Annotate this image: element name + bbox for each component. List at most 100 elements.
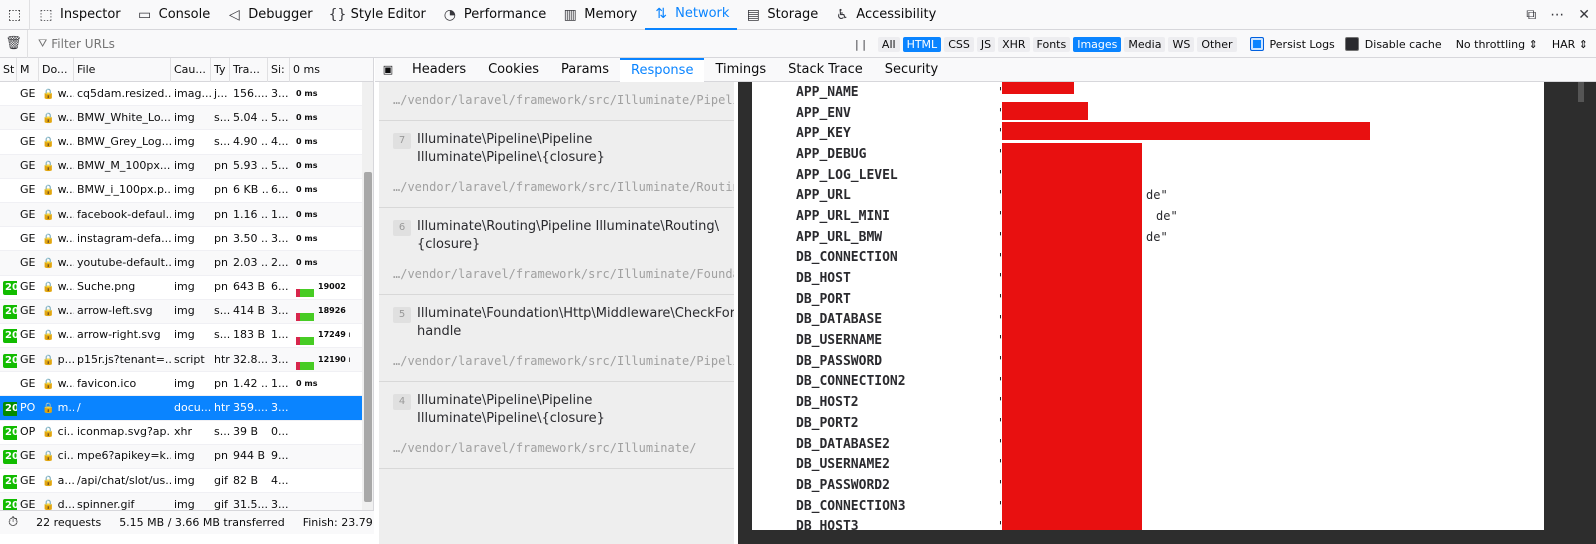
request-row[interactable]: 20GE🔒 w...Suche.pngimgpn643 B6...19002 — [0, 276, 362, 300]
dock-icon[interactable]: ⧉ — [1526, 7, 1536, 23]
request-row[interactable]: GE🔒 w...cq5dam.resized....imag...j...156… — [0, 82, 362, 107]
request-row[interactable]: GE🔒 w...instagram-defa...imgpn3.50 ...3.… — [0, 227, 362, 252]
waterfall-cell — [290, 493, 350, 510]
env-value: "de" — [998, 205, 1544, 229]
domain-text: w... — [57, 134, 74, 148]
throttling-select[interactable]: No throttling ⇕ — [1456, 38, 1538, 51]
column-header-method[interactable]: M — [17, 58, 39, 82]
request-row[interactable]: 20OP🔒 ci...iconmap.svg?ap...xhrs...39 B0… — [0, 421, 362, 445]
more-options-icon[interactable]: ⋯ — [1550, 7, 1564, 23]
request-row[interactable]: 20GE🔒 d...spinner.gifimggif31.5...3... — [0, 493, 362, 510]
filter-css-button[interactable]: CSS — [944, 36, 974, 52]
tab-style-editor[interactable]: {} Style Editor — [321, 0, 434, 30]
frame-file: …/vendor/laravel/framework/src/Illuminat… — [393, 180, 734, 194]
tab-memory[interactable]: ▥ Memory — [554, 0, 645, 30]
lock-icon: 🔒 — [42, 88, 58, 100]
env-value: " — [998, 432, 1544, 456]
tab-inspector[interactable]: ⬚ Inspector — [30, 0, 129, 30]
tab-response[interactable]: Response — [620, 57, 705, 82]
tab-performance[interactable]: ◔ Performance — [434, 0, 554, 30]
scrollbar-thumb[interactable] — [364, 172, 372, 502]
tab-debugger[interactable]: ◁ Debugger — [218, 0, 320, 30]
filter-urls-input[interactable] — [51, 36, 352, 51]
waterfall-cell: 0 ms — [290, 227, 350, 251]
request-row[interactable]: 20GE🔒 p...p15r.js?tenant=...scripthtr32.… — [0, 348, 362, 373]
env-key: DB_CONNECTION2 — [796, 374, 906, 390]
request-row[interactable]: 20GE🔒 a.../api/chat/slot/us...imggif82 B… — [0, 469, 362, 494]
stack-frame[interactable]: 6 Illuminate\Routing\Pipeline Illuminate\… — [379, 208, 734, 295]
har-menu[interactable]: HAR ⇕ — [1552, 38, 1588, 51]
tab-headers[interactable]: Headers — [401, 58, 477, 82]
lock-icon: 🔒 — [42, 403, 58, 415]
tab-storage[interactable]: ▤ Storage — [737, 0, 826, 30]
column-header-cause[interactable]: Cau... — [171, 58, 211, 82]
pause-recording-button[interactable]: | | — [855, 38, 866, 51]
stack-frame[interactable]: 4 Illuminate\Pipeline\Pipeline Illuminate… — [379, 382, 734, 469]
filter-fonts-button[interactable]: Fonts — [1032, 36, 1071, 52]
devtools-toolbar: ⬚ ⬚ Inspector ▭ Console ◁ Debugger {} Style Edi… — [0, 0, 1596, 30]
preview-scrollbar[interactable] — [1572, 82, 1584, 530]
filter-xhr-button[interactable]: XHR — [998, 36, 1030, 52]
size-cell: 3... — [271, 86, 289, 100]
tab-network[interactable]: ⇅ Network — [645, 0, 738, 30]
tab-console[interactable]: ▭ Console — [129, 0, 219, 30]
checkbox-box[interactable] — [1249, 37, 1264, 51]
column-header-type[interactable]: Ty — [211, 58, 230, 82]
persist-logs-checkbox[interactable]: Persist Logs — [1249, 37, 1335, 51]
column-header-waterfall[interactable]: 0 ms — [290, 58, 350, 82]
redaction-block — [1002, 494, 1142, 518]
tab-security[interactable]: Security — [874, 58, 949, 82]
disable-cache-checkbox[interactable]: Disable cache — [1344, 37, 1442, 51]
filter-all-button[interactable]: All — [877, 36, 900, 52]
column-header-file[interactable]: File — [74, 58, 171, 82]
request-row[interactable]: GE🔒 w...youtube-default...imgpn2.03 ...2… — [0, 251, 362, 276]
filter-images-button[interactable]: Images — [1073, 36, 1122, 52]
request-row[interactable]: 20GE🔒 ci...mpe6?apikey=k...imgpn944 B9..… — [0, 444, 362, 469]
domain-text: w... — [57, 255, 74, 269]
filter-other-button[interactable]: Other — [1197, 36, 1237, 52]
filter-media-button[interactable]: Media — [1124, 36, 1166, 52]
clear-requests-icon[interactable]: 🗑 — [0, 29, 28, 58]
request-row[interactable]: 20GE🔒 w...arrow-right.svgimgs...183 B1..… — [0, 324, 362, 349]
env-value: " — [998, 391, 1544, 415]
tab-params[interactable]: Params — [550, 58, 620, 82]
filter-html-button[interactable]: HTML — [902, 36, 942, 52]
checkbox-box[interactable] — [1344, 37, 1359, 51]
toggle-sidebar-icon[interactable]: ▣ — [375, 63, 401, 76]
column-header-status[interactable]: St — [0, 58, 17, 82]
filter-js-button[interactable]: JS — [976, 36, 996, 52]
request-row[interactable]: 20PO🔒 m.../docu...htr359....3... — [0, 396, 362, 421]
request-row[interactable]: GE🔒 w...facebook-defaul...imgpn1.16 ...1… — [0, 202, 362, 228]
tab-accessibility[interactable]: ♿ Accessibility — [826, 0, 944, 30]
close-icon[interactable]: ✕ — [1578, 7, 1590, 23]
stack-frame[interactable]: …/vendor/laravel/framework/src/Illuminat… — [379, 82, 734, 121]
request-row[interactable]: GE🔒 w...BMW_White_Lo...imgs...5.04 ...5.… — [0, 106, 362, 131]
tab-timings[interactable]: Timings — [704, 58, 777, 82]
request-row[interactable]: GE🔒 w...favicon.icoimgpn1.42 ...1...0 ms — [0, 372, 362, 397]
column-header-domain[interactable]: Do... — [39, 58, 74, 82]
stack-frame[interactable]: 7 Illuminate\Pipeline\Pipeline Illuminate… — [379, 121, 734, 208]
request-row[interactable]: GE🔒 w...BMW_i_100px.p...imgpn6 KB ...6..… — [0, 179, 362, 203]
file-cell: instagram-defa... — [77, 231, 171, 245]
request-list-scrollbar[interactable] — [362, 82, 373, 510]
scrollbar-thumb[interactable] — [1578, 82, 1584, 102]
file-cell: p15r.js?tenant=... — [77, 352, 171, 366]
domain-text: w... — [57, 376, 74, 390]
status-badge: 20 — [3, 281, 17, 296]
status-badge: 20 — [3, 474, 17, 489]
performance-analysis-icon[interactable]: ⏱ — [8, 515, 18, 530]
column-header-transferred[interactable]: Tra... — [230, 58, 268, 82]
request-row[interactable]: GE🔒 w...BMW_M_100px....imgpn5.93 ...5...… — [0, 154, 362, 179]
stack-frame[interactable]: 5 Illuminate\Foundation\Http\Middleware\C… — [379, 295, 734, 382]
tab-cookies[interactable]: Cookies — [477, 58, 550, 82]
request-row[interactable]: 20GE🔒 w...arrow-left.svgimgs...414 B3...… — [0, 299, 362, 324]
column-header-size[interactable]: Si: — [268, 58, 290, 82]
tab-stack-trace[interactable]: Stack Trace — [777, 58, 874, 82]
element-picker-icon[interactable]: ⬚ — [0, 0, 30, 30]
request-row[interactable]: GE🔒 w...BMW_Grey_Log...imgs...4.90 ...4.… — [0, 130, 362, 155]
type-cell: pn — [214, 376, 228, 390]
file-cell: spinner.gif — [77, 497, 135, 510]
env-row: APP_NAME " — [752, 82, 1544, 103]
tab-label: Debugger — [248, 7, 313, 22]
filter-ws-button[interactable]: WS — [1168, 36, 1195, 52]
